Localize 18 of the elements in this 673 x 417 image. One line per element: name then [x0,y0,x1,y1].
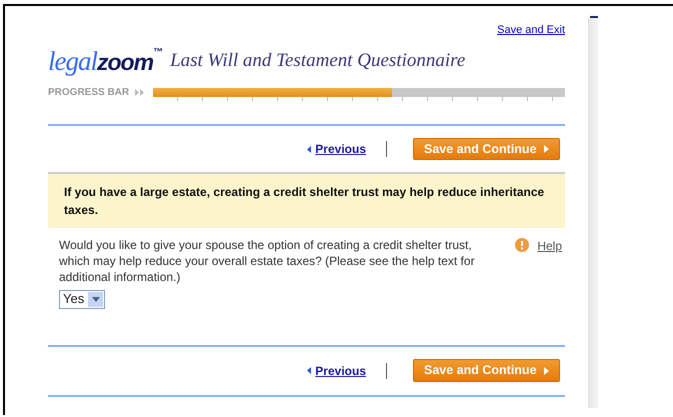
right-triangle-icon [544,366,549,375]
page-title: Last Will and Testament Questionnaire [170,48,466,72]
help-link[interactable]: Help [537,237,562,255]
answer-dropdown[interactable]: Yes [59,290,106,309]
panel-marker [590,16,598,18]
notice-text: If you have a large estate, creating a credit shelter trust may help reduce inheritance taxes. [48,174,565,228]
logo: legalzoom™ [48,48,162,75]
left-triangle-icon [307,367,312,374]
question-text: Would you like to give your spouse the option of creating a credit shelter trust, which may help reduce your overall estate taxes? (Please see the help text for additional information.) [59,237,476,286]
caret-icon [92,296,100,302]
right-triangle-icon [544,145,549,153]
left-triangle-icon [307,146,312,152]
save-and-exit-link[interactable]: Save and Exit [497,22,565,38]
previous-link[interactable]: Previous [307,140,366,158]
exclamation-icon [515,238,530,252]
previous-link[interactable]: Previous [307,362,366,380]
progress-label: PROGRESS BAR [48,86,130,100]
double-arrow-icon [135,89,146,96]
